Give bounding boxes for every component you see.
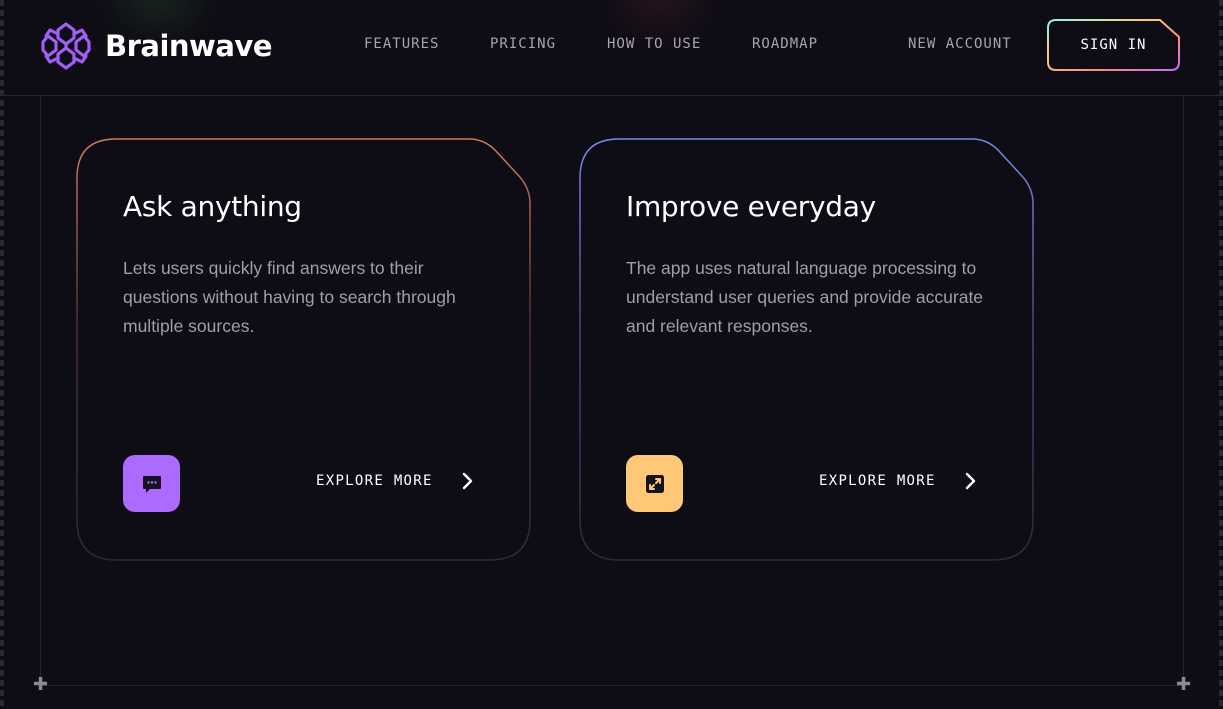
frame-border-left <box>0 0 4 709</box>
brand-logo[interactable]: Brainwave <box>40 20 273 72</box>
frame-border-right <box>1219 0 1223 709</box>
card-icon-tile <box>626 455 683 512</box>
frame-line <box>1183 96 1184 686</box>
nav-item-features[interactable]: FEATURES <box>364 36 439 52</box>
explore-more-label: EXPLORE MORE <box>316 473 433 489</box>
card-title: Ask anything <box>123 190 302 223</box>
explore-more-link[interactable]: EXPLORE MORE <box>316 471 475 491</box>
nav-item-roadmap[interactable]: ROADMAP <box>752 36 818 52</box>
frame-line <box>40 96 41 686</box>
explore-more-label: EXPLORE MORE <box>819 473 936 489</box>
card-icon-tile <box>123 455 180 512</box>
card-description: Lets users quickly find answers to their… <box>123 258 456 336</box>
site-header: Brainwave FEATURES PRICING HOW TO USE RO… <box>4 0 1219 96</box>
new-account-link[interactable]: NEW ACCOUNT <box>908 36 1012 52</box>
chat-bubble-icon <box>142 475 161 493</box>
chevron-right-icon <box>965 472 975 490</box>
sign-in-label: SIGN IN <box>1080 37 1147 53</box>
page: Brainwave FEATURES PRICING HOW TO USE RO… <box>0 0 1223 709</box>
explore-more-link[interactable]: EXPLORE MORE <box>819 471 978 491</box>
plus-icon: ✚ <box>1176 674 1192 695</box>
nav-item-pricing[interactable]: PRICING <box>490 36 556 52</box>
plus-icon: ✚ <box>33 674 49 695</box>
card-description: The app uses natural language processing… <box>626 258 984 336</box>
brainwave-logo-icon <box>41 22 91 70</box>
feature-card-improve-everyday[interactable]: Improve everyday The app uses natural la… <box>579 138 1034 561</box>
brand-name: Brainwave <box>105 29 273 63</box>
nav-item-how-to-use[interactable]: HOW TO USE <box>607 36 701 52</box>
sign-in-button[interactable]: SIGN IN <box>1047 19 1180 71</box>
feature-card-ask-anything[interactable]: Ask anything Lets users quickly find ans… <box>76 138 531 561</box>
card-title: Improve everyday <box>626 190 876 223</box>
frame-line <box>40 685 1184 686</box>
expand-arrows-icon <box>645 474 664 493</box>
chevron-right-icon <box>462 472 472 490</box>
